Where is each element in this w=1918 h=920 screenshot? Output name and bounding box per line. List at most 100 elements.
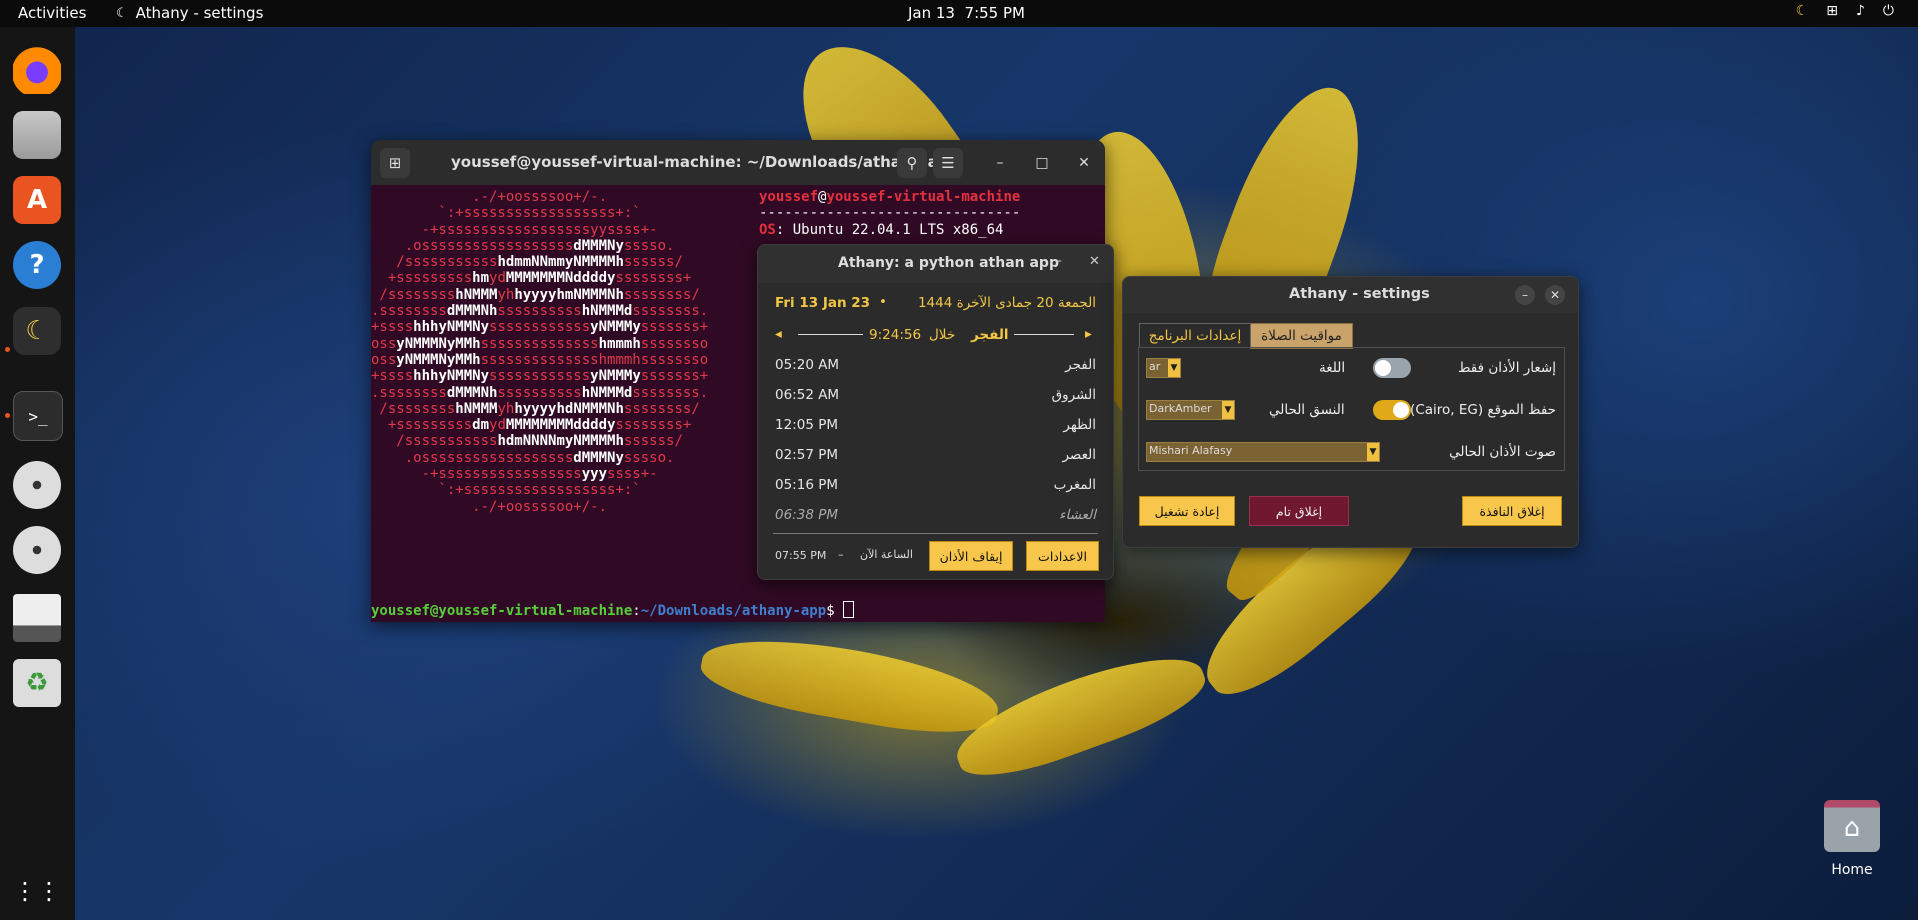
network-icon[interactable]: ⊞ bbox=[1826, 3, 1838, 19]
app-menu[interactable]: ☾ Athany - settings bbox=[116, 4, 263, 22]
theme-value: DarkAmber bbox=[1149, 402, 1212, 415]
app-menu-label: Athany - settings bbox=[135, 4, 264, 22]
theme-label: النسق الحالي bbox=[1269, 402, 1345, 418]
info-os-value: : Ubuntu 22.04.1 LTS x86_64 bbox=[775, 221, 1004, 238]
chevron-down-icon: ▼ bbox=[1367, 443, 1379, 461]
notify-only-toggle[interactable] bbox=[1373, 358, 1411, 378]
volume-icon[interactable]: ♪ bbox=[1856, 3, 1865, 19]
text-cursor bbox=[843, 601, 855, 618]
menu-button[interactable]: ☰ bbox=[933, 148, 963, 178]
athan-voice-value: Mishari Alafasy bbox=[1149, 444, 1233, 457]
previous-day-arrow[interactable]: ◂ bbox=[775, 326, 782, 342]
current-time: 07:55 PM bbox=[775, 549, 827, 562]
close-window-button[interactable]: إغلاق النافذة bbox=[1462, 496, 1562, 526]
settings-panel: إشعار الأذان فقط اللغة ar ▼ حفظ الموقع (C… bbox=[1138, 347, 1565, 471]
tab-app-settings[interactable]: إعدادات البرنامج bbox=[1139, 323, 1251, 348]
minimize-button[interactable]: – bbox=[1515, 285, 1535, 305]
divider-line bbox=[798, 334, 863, 335]
minimize-button[interactable]: – bbox=[1055, 253, 1062, 269]
prayer-row: 05:20 AM الفجر bbox=[775, 357, 1096, 377]
athan-voice-select[interactable]: Mishari Alafasy ▼ bbox=[1146, 442, 1380, 462]
athany-settings-window[interactable]: Athany - settings – ✕ مواقيت الصلاة إعدا… bbox=[1122, 276, 1579, 548]
prayer-name: الشروق bbox=[1051, 387, 1096, 403]
activities-button[interactable]: Activities bbox=[18, 4, 86, 22]
athany-main-window[interactable]: Athany: a python athan app – ✕ Fri 13 Ja… bbox=[757, 244, 1114, 580]
close-button[interactable]: ✕ bbox=[1089, 254, 1100, 269]
gregorian-date: Fri 13 Jan 23 bbox=[775, 295, 871, 311]
restart-button[interactable]: إعادة تشغيل bbox=[1139, 496, 1235, 526]
save-location-toggle[interactable] bbox=[1373, 400, 1411, 420]
settings-button[interactable]: الاعدادات bbox=[1026, 541, 1099, 571]
dock: A ? ☾ >_ ♻ ⋮⋮ bbox=[0, 27, 75, 920]
disc-icon[interactable] bbox=[13, 526, 61, 574]
home-folder-label: Home bbox=[1831, 862, 1873, 878]
countdown: 9:24:56 bbox=[869, 327, 922, 343]
divider-line bbox=[1014, 334, 1074, 335]
running-indicator bbox=[5, 347, 10, 352]
system-tray[interactable]: ☾ ⊞ ♪ ⏻ bbox=[1796, 3, 1894, 19]
settings-titlebar[interactable]: Athany - settings – ✕ bbox=[1123, 277, 1578, 313]
prayer-row-current: 06:38 PM العشاء bbox=[775, 507, 1096, 527]
prompt-path: ~/Downloads/athany-app bbox=[640, 603, 827, 619]
running-indicator bbox=[5, 413, 10, 418]
prayer-row: 06:52 AM الشروق bbox=[775, 387, 1096, 407]
power-icon[interactable]: ⏻ bbox=[1883, 3, 1894, 19]
language-select[interactable]: ar ▼ bbox=[1146, 358, 1181, 378]
prayer-name: المغرب bbox=[1053, 477, 1096, 493]
ubuntu-ascii-logo: .-/+oossssoo+/-. `:+ssssssssssssssssss+:… bbox=[371, 189, 709, 515]
prompt-user: youssef@youssef-virtual-machine bbox=[371, 603, 633, 619]
close-button[interactable]: ✕ bbox=[1545, 285, 1565, 305]
prayer-time: 05:16 PM bbox=[775, 477, 838, 493]
save-location-label: حفظ الموقع (Cairo, EG) bbox=[1410, 402, 1556, 418]
prayer-time: 02:57 PM bbox=[775, 447, 838, 463]
hamburger-icon: ☰ bbox=[941, 154, 955, 172]
top-bar: Activities ☾ Athany - settings Jan 13 7:… bbox=[0, 0, 1918, 27]
home-folder-icon: ⌂ bbox=[1824, 800, 1880, 852]
prayer-row: 02:57 PM العصر bbox=[775, 447, 1096, 467]
firefox-icon[interactable] bbox=[13, 46, 61, 94]
prayer-time: 12:05 PM bbox=[775, 417, 838, 433]
prompt-colon: : bbox=[632, 603, 641, 619]
prayer-time: 06:52 AM bbox=[775, 387, 840, 403]
next-day-arrow[interactable]: ▸ bbox=[1085, 326, 1092, 342]
system-info: youssef@youssef-virtual-machine --------… bbox=[759, 189, 1020, 238]
disc-icon[interactable] bbox=[13, 461, 61, 509]
help-icon[interactable]: ? bbox=[13, 241, 61, 289]
search-button[interactable]: ⚲ bbox=[897, 148, 927, 178]
new-tab-button[interactable]: ⊞ bbox=[380, 148, 410, 178]
chevron-down-icon: ▼ bbox=[1222, 401, 1234, 419]
text-editor-icon[interactable] bbox=[13, 594, 61, 642]
maximize-button[interactable]: □ bbox=[1031, 152, 1053, 174]
minimize-button[interactable]: – bbox=[989, 152, 1011, 174]
divider-line bbox=[773, 533, 1098, 534]
close-button[interactable]: ✕ bbox=[1073, 152, 1095, 174]
show-apps-icon[interactable]: ⋮⋮ bbox=[13, 867, 61, 915]
terminal-icon[interactable]: >_ bbox=[13, 391, 63, 441]
chevron-down-icon: ▼ bbox=[1168, 359, 1180, 377]
date-separator: • bbox=[879, 294, 887, 310]
prayer-time: 06:38 PM bbox=[775, 507, 838, 523]
info-user: youssef bbox=[759, 189, 819, 205]
theme-select[interactable]: DarkAmber ▼ bbox=[1146, 400, 1235, 420]
athany-tray-icon[interactable]: ☾ bbox=[1796, 3, 1809, 19]
trash-icon[interactable]: ♻ bbox=[13, 659, 61, 707]
terminal-titlebar[interactable]: ⊞ youssef@youssef-virtual-machine: ~/Dow… bbox=[371, 140, 1105, 185]
full-close-button[interactable]: إغلاق تام bbox=[1249, 496, 1349, 526]
next-prayer-name: الفجر bbox=[971, 327, 1009, 343]
prayer-name: العصر bbox=[1062, 447, 1096, 463]
athany-icon[interactable]: ☾ bbox=[13, 307, 61, 355]
app-center-icon[interactable]: A bbox=[13, 176, 61, 224]
shell-prompt[interactable]: youssef@youssef-virtual-machine:~/Downlo… bbox=[371, 601, 855, 619]
prayer-row: 05:16 PM المغرب bbox=[775, 477, 1096, 497]
files-icon[interactable] bbox=[13, 111, 61, 159]
tab-prayer-times[interactable]: مواقيت الصلاة bbox=[1250, 323, 1353, 349]
hijri-date: الجمعة 20 جمادى الآخرة 1444 bbox=[917, 295, 1096, 311]
athany-title: Athany: a python athan app bbox=[838, 255, 1059, 271]
info-os-key: OS bbox=[759, 221, 776, 238]
athany-titlebar[interactable]: Athany: a python athan app – ✕ bbox=[758, 245, 1113, 283]
home-folder[interactable]: ⌂ Home bbox=[1820, 800, 1884, 878]
clock-time: 7:55 PM bbox=[964, 4, 1025, 22]
stop-athan-button[interactable]: إيقاف الأذان bbox=[929, 541, 1013, 571]
time-separator: – bbox=[838, 548, 844, 561]
clock[interactable]: Jan 13 7:55 PM bbox=[908, 4, 1025, 22]
